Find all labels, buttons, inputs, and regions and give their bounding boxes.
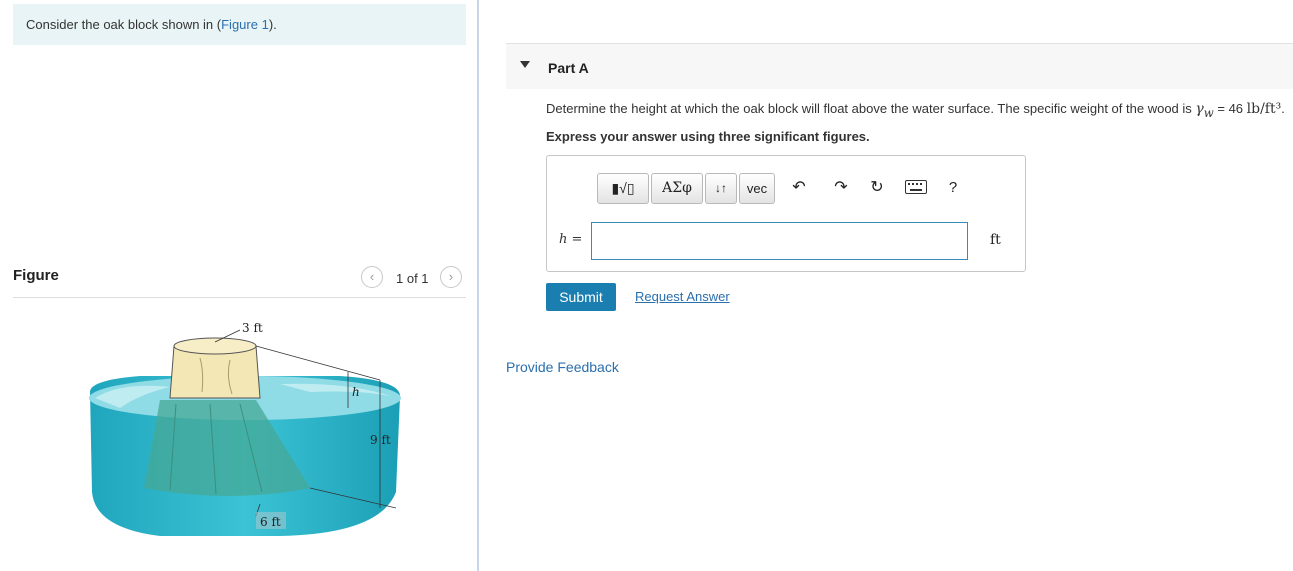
gamma-unit: lb/ft³ (1246, 101, 1282, 117)
greek-symbols-button[interactable]: ΑΣφ (651, 173, 703, 204)
answer-box: ▮√▯ ΑΣφ ↓↑ vec ↶ ↷ ↻ ? h = ft (546, 155, 1026, 272)
label-total-height: 9 ft (370, 433, 391, 447)
help-icon[interactable]: ? (943, 178, 963, 198)
answer-input[interactable] (591, 222, 968, 260)
redo-icon[interactable]: ↷ (831, 178, 851, 198)
answer-unit: ft (990, 232, 1001, 248)
figure-title: Figure (13, 267, 59, 284)
question-text: Determine the height at which the oak bl… (546, 101, 1285, 120)
intro-text-end: ). (268, 17, 277, 32)
chevron-right-icon[interactable]: › (440, 266, 462, 288)
figure-link[interactable]: Figure 1 (221, 17, 269, 32)
part-title: Part A (548, 60, 589, 76)
label-top-diameter: 3 ft (242, 321, 263, 335)
keyboard-icon[interactable] (905, 180, 927, 194)
intro-text: Consider the oak block shown in ( (26, 17, 222, 32)
left-panel: Consider the oak block shown in (Figure … (0, 0, 479, 571)
gamma-symbol: γw (1195, 101, 1214, 120)
caret-down-icon[interactable] (520, 61, 530, 68)
label-h: h (352, 385, 360, 399)
reset-icon[interactable]: ↻ (867, 178, 887, 198)
provide-feedback-link[interactable]: Provide Feedback (506, 359, 619, 375)
instruction-text: Express your answer using three signific… (546, 129, 870, 144)
undo-icon[interactable]: ↶ (789, 178, 809, 198)
arrows-button[interactable]: ↓↑ (705, 173, 737, 204)
label-bottom-diameter: 6 ft (260, 515, 281, 529)
templates-button[interactable]: ▮√▯ (597, 173, 649, 204)
chevron-left-icon[interactable]: ‹ (361, 266, 383, 288)
submit-button[interactable]: Submit (546, 283, 616, 311)
block-top (173, 337, 257, 355)
right-panel: Part A Determine the height at which the… (480, 0, 1293, 571)
pager-count: 1 of 1 (396, 271, 429, 286)
part-a-header[interactable]: Part A (506, 43, 1293, 89)
oak-block-figure: 3 ft h 9 ft 6 ft (89, 321, 401, 536)
figure-header: Figure ‹ 1 of 1 › (13, 262, 466, 298)
request-answer-link[interactable]: Request Answer (635, 289, 730, 304)
answer-variable-label: h = (559, 232, 583, 247)
vec-button[interactable]: vec (739, 173, 775, 204)
intro-banner: Consider the oak block shown in (Figure … (13, 4, 466, 45)
